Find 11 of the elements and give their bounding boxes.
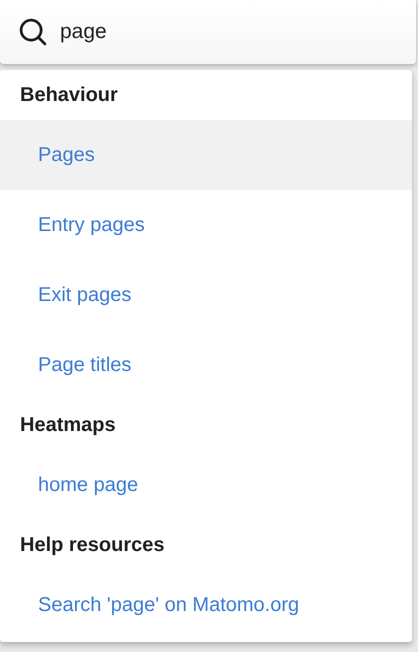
group-heading: Behaviour [19, 83, 119, 108]
search-icon [18, 17, 48, 47]
result-link[interactable]: home page [0, 450, 412, 520]
result-link[interactable]: Exit pages [0, 260, 412, 330]
result-link[interactable]: Search 'page' on Matomo.org [0, 570, 412, 640]
search-field[interactable]: page [0, 0, 416, 64]
result-link[interactable]: Pages [0, 120, 412, 190]
group-heading: Help resources [19, 533, 166, 558]
result-link[interactable]: Entry pages [0, 190, 412, 260]
result-link[interactable]: Page titles [0, 330, 412, 400]
group-heading: Heatmaps [19, 413, 117, 438]
